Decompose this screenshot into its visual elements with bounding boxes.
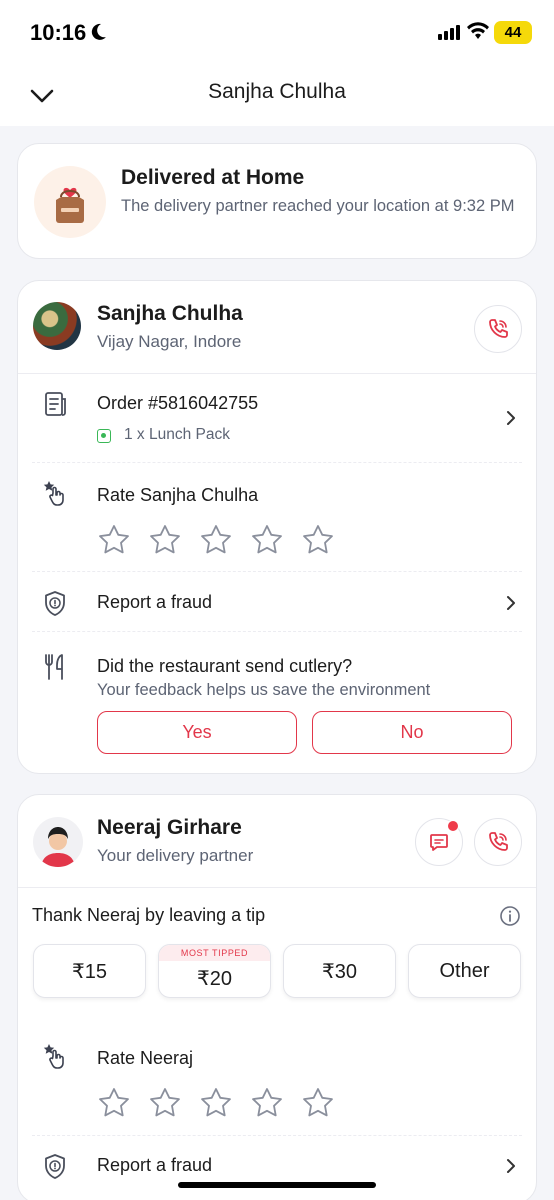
delivery-status-subtitle: The delivery partner reached your locati… [121,197,515,215]
rate-star-hand-icon [43,481,64,506]
star-icon[interactable] [147,1086,183,1118]
restaurant-card: Sanjha Chulha Vijay Nagar, Indore Order … [17,280,537,774]
status-time: 10:16 [30,20,87,45]
star-icon[interactable] [300,1086,336,1118]
chevron-right-icon[interactable] [504,409,518,427]
chat-partner-button[interactable] [415,818,463,866]
battery-indicator: 44 [494,21,532,44]
report-fraud-restaurant[interactable]: Report a fraud [97,592,212,613]
rate-star-hand-icon [43,1044,64,1069]
restaurant-avatar [33,302,81,350]
phone-icon [489,319,508,338]
divider [18,887,536,888]
divider [32,462,522,463]
delivery-status-card: Delivered at Home The delivery partner r… [17,143,537,259]
star-icon[interactable] [198,523,234,555]
cellular-signal-icon [438,25,460,40]
chevron-right-icon[interactable] [504,594,518,612]
most-tipped-badge: MOST TIPPED [159,945,270,961]
divider [32,1135,522,1136]
rate-partner-label: Rate Neeraj [97,1048,194,1068]
divider [32,631,522,632]
order-number[interactable]: Order #5816042755 [97,393,258,414]
partner-rating-stars [96,1086,336,1118]
page-title: Sanjha Chulha [208,80,346,103]
home-indicator[interactable] [178,1182,376,1188]
cutlery-question: Did the restaurant send cutlery? [97,656,353,676]
info-icon[interactable] [499,905,521,927]
star-icon[interactable] [249,1086,285,1118]
restaurant-location: Vijay Nagar, Indore [97,332,242,351]
bag-icon [56,187,84,223]
delivery-bag-image [34,166,106,238]
call-restaurant-button[interactable] [474,305,522,353]
restaurant-name: Sanjha Chulha [97,302,243,325]
moon-icon [91,23,106,40]
person-icon [41,827,75,867]
delivery-status-title: Delivered at Home [121,166,305,189]
star-icon[interactable] [198,1086,234,1118]
phone-icon [489,832,508,851]
unread-badge [447,820,459,832]
receipt-icon [45,392,66,416]
cutlery-yes-button[interactable]: Yes [97,711,297,754]
tip-option[interactable]: ₹30 [283,944,396,998]
partner-role: Your delivery partner [97,846,254,865]
delivery-partner-card: Neeraj Girhare Your delivery partner Tha… [17,794,537,1200]
star-icon[interactable] [147,523,183,555]
chat-icon [430,834,448,851]
divider [18,373,536,374]
chevron-right-icon[interactable] [504,1157,518,1175]
page-header: Sanjha Chulha [0,66,554,126]
tip-option[interactable]: MOST TIPPED ₹20 [158,944,271,998]
shield-icon [45,1154,65,1179]
star-icon[interactable] [249,523,285,555]
divider [32,571,522,572]
partner-avatar [33,817,83,867]
star-icon[interactable] [96,1086,132,1118]
tip-prompt: Thank Neeraj by leaving a tip [32,905,266,925]
call-partner-button[interactable] [474,818,522,866]
partner-name: Neeraj Girhare [97,816,242,839]
cutlery-subtext: Your feedback helps us save the environm… [97,681,431,699]
cutlery-no-button[interactable]: No [312,711,512,754]
veg-indicator-icon [97,429,111,443]
star-icon[interactable] [96,523,132,555]
cutlery-icon [45,654,63,680]
wifi-icon [467,22,489,39]
star-icon[interactable] [300,523,336,555]
report-fraud-partner[interactable]: Report a fraud [97,1155,212,1176]
restaurant-rating-stars [96,523,336,555]
tip-option-other[interactable]: Other [408,944,521,998]
rate-restaurant-label: Rate Sanjha Chulha [97,485,259,505]
tip-option[interactable]: ₹15 [33,944,146,998]
status-bar: 10:16 44 [0,0,554,66]
order-item: 1 x Lunch Pack [124,426,230,443]
shield-icon [45,591,65,616]
